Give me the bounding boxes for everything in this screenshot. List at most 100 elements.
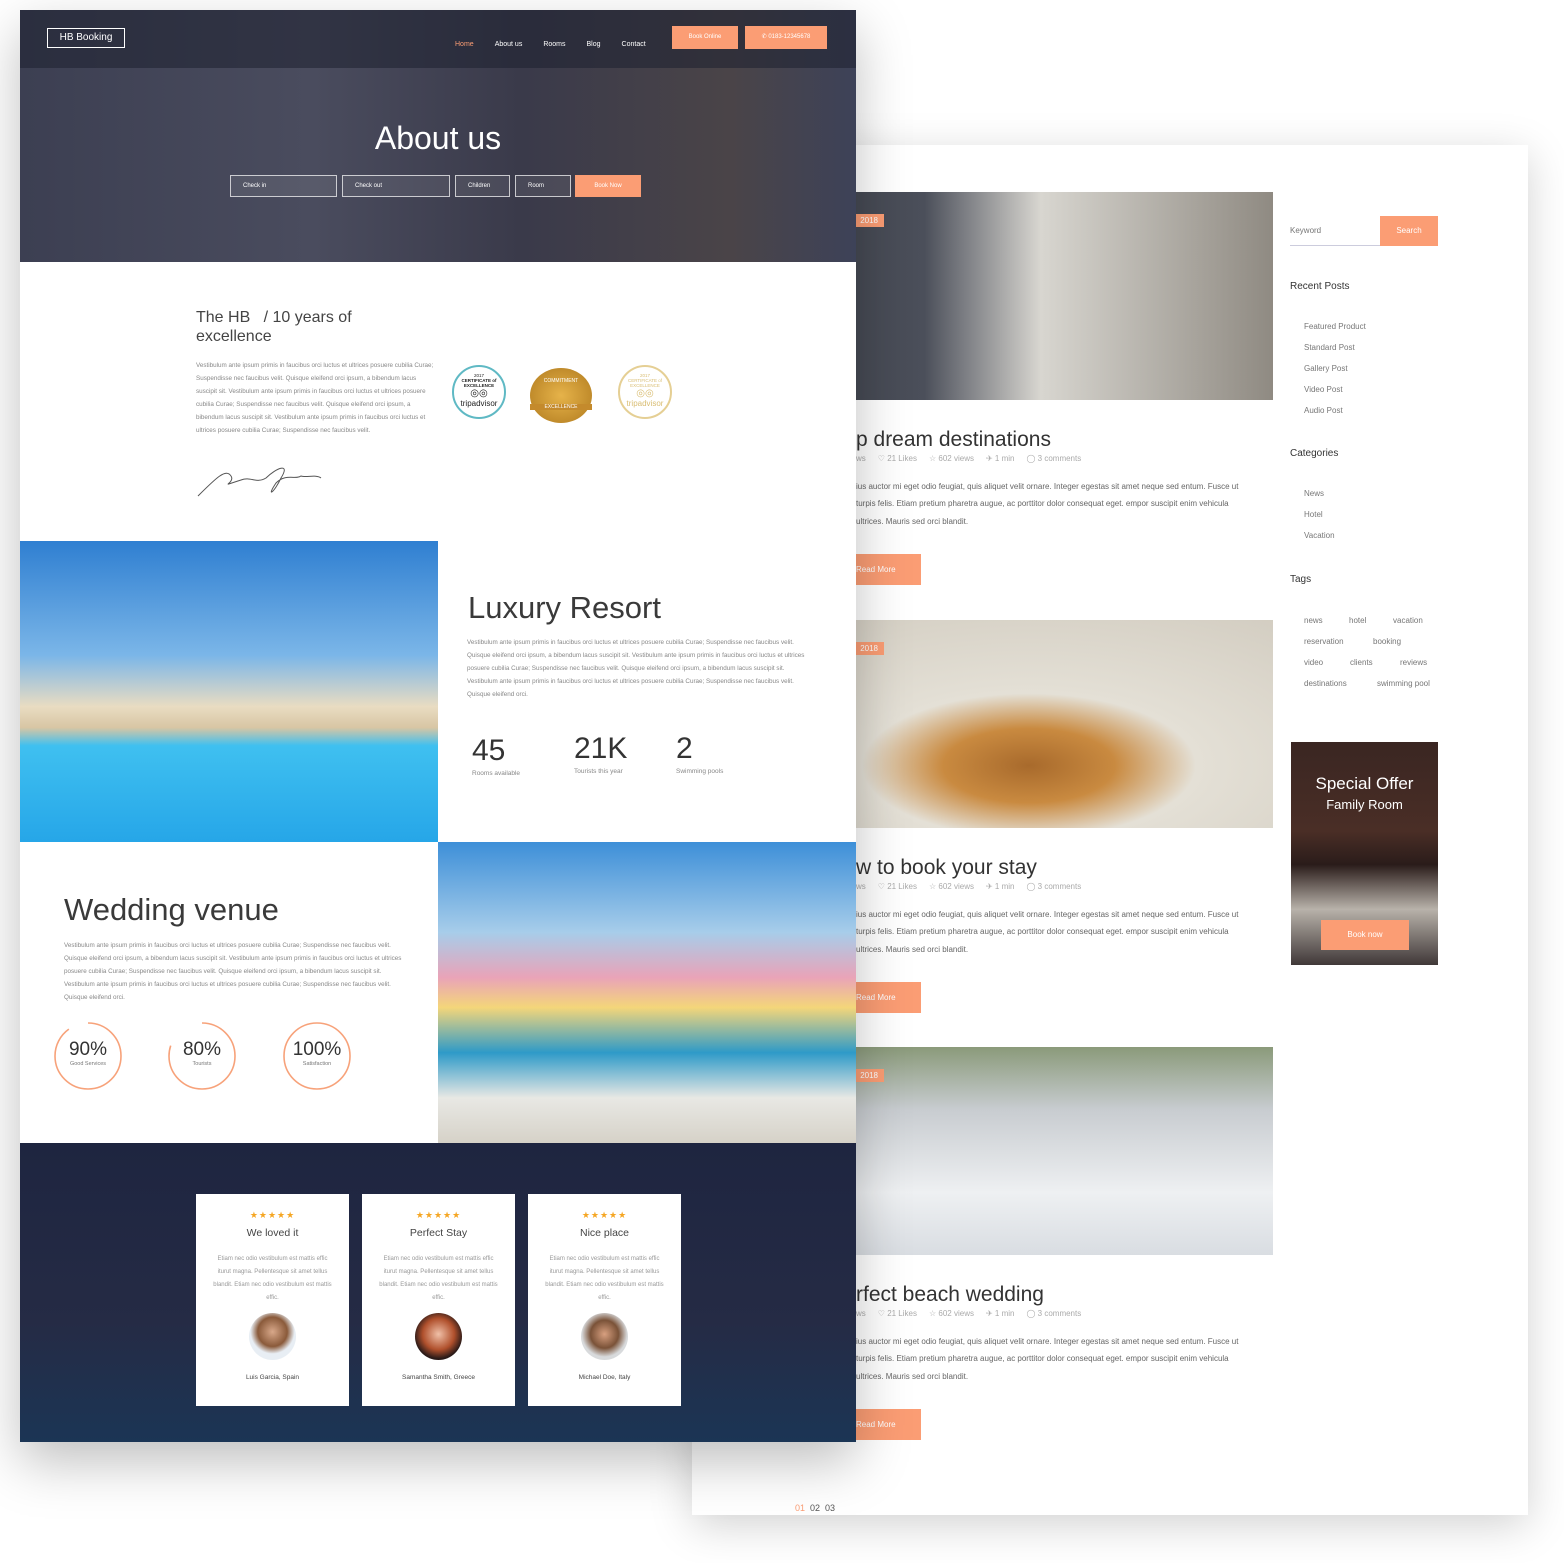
rating-stars: ★★★★★ bbox=[415, 1210, 462, 1220]
post-meta: ws ♡ 21 Likes ☆ 602 views ✈ 1 min ◯ 3 commen… bbox=[856, 1309, 1081, 1318]
tag[interactable]: destinations bbox=[1304, 679, 1347, 688]
special-offer-banner[interactable]: Special Offer Family Room Book now bbox=[1291, 742, 1438, 965]
likes[interactable]: ♡ 21 Likes bbox=[878, 1309, 917, 1318]
stat-label: Swimming pools bbox=[676, 768, 724, 775]
wedding-title: Wedding venue bbox=[64, 892, 279, 927]
recent-post-link[interactable]: Standard Post bbox=[1304, 343, 1355, 352]
check-in-field[interactable]: Check in bbox=[230, 175, 337, 197]
wedding-text: Vestibulum ante ipsum primis in faucibus… bbox=[64, 942, 402, 1001]
stat-value: 2 bbox=[676, 732, 693, 765]
likes[interactable]: ♡ 21 Likes bbox=[878, 882, 917, 891]
recent-post-link[interactable]: Featured Product bbox=[1304, 322, 1366, 331]
read-time: ✈ 1 min bbox=[985, 882, 1015, 891]
recent-post-link[interactable]: Audio Post bbox=[1304, 406, 1343, 415]
logo[interactable]: HB Booking bbox=[47, 28, 125, 48]
category[interactable]: ws bbox=[856, 454, 866, 463]
post-meta: ws ♡ 21 Likes ☆ 602 views ✈ 1 min ◯ 3 commen… bbox=[856, 454, 1081, 463]
children-field[interactable]: Children bbox=[455, 175, 510, 197]
post-title[interactable]: p dream destinations bbox=[856, 428, 1051, 452]
ring-label: Tourists bbox=[192, 1061, 212, 1067]
rating-stars: ★★★★★ bbox=[249, 1210, 296, 1220]
resort-pool-image bbox=[20, 541, 438, 842]
read-time-value: 1 min bbox=[994, 882, 1015, 891]
page-2[interactable]: 02 bbox=[810, 1503, 820, 1513]
nav-blog[interactable]: Blog bbox=[587, 41, 601, 48]
stat-value: 21K bbox=[574, 732, 628, 765]
badge-brand: tripadvisor bbox=[626, 399, 664, 408]
nav-rooms[interactable]: Rooms bbox=[543, 41, 565, 48]
testimonial-title: We loved it bbox=[246, 1227, 299, 1239]
keyword-input[interactable] bbox=[1290, 216, 1380, 246]
signature bbox=[197, 467, 322, 497]
search-button[interactable]: Search bbox=[1380, 216, 1438, 246]
wedding-table-image bbox=[438, 842, 856, 1143]
check-out-field[interactable]: Check out bbox=[342, 175, 450, 197]
owl-icon: ◎◎ bbox=[636, 388, 654, 399]
tag[interactable]: reviews bbox=[1400, 658, 1427, 667]
comments[interactable]: ◯ 3 comments bbox=[1026, 882, 1081, 891]
nav-home[interactable]: Home bbox=[455, 41, 474, 48]
badge-label: CERTIFICATE of EXCELLENCE bbox=[627, 378, 663, 388]
tag[interactable]: reservation bbox=[1304, 637, 1344, 646]
testimonial-title: Perfect Stay bbox=[409, 1227, 468, 1239]
page-3[interactable]: 03 bbox=[825, 1503, 835, 1513]
tag[interactable]: booking bbox=[1373, 637, 1401, 646]
views: ☆ 602 views bbox=[928, 1309, 974, 1318]
phone-button[interactable]: ✆ 0183-12345678 bbox=[745, 26, 827, 49]
book-now-button[interactable]: Book now bbox=[1321, 920, 1409, 950]
luxury-title: Luxury Resort bbox=[468, 590, 661, 625]
category-link[interactable]: Vacation bbox=[1304, 531, 1335, 540]
tag[interactable]: video bbox=[1304, 658, 1323, 667]
category[interactable]: ws bbox=[856, 882, 866, 891]
navbar: HB Booking Home About us Rooms Blog Contact … bbox=[20, 10, 856, 68]
book-now-button[interactable]: Book Now bbox=[575, 175, 641, 197]
commitment-badge: COMMITMENT EXCELLENCE bbox=[530, 368, 592, 423]
post-title[interactable]: w to book your stay bbox=[856, 856, 1037, 880]
nav-about[interactable]: About us bbox=[495, 41, 523, 48]
room-field[interactable]: Room bbox=[515, 175, 571, 197]
badge-top: COMMITMENT bbox=[543, 378, 579, 384]
views-count: 602 views bbox=[938, 882, 974, 891]
tag[interactable]: clients bbox=[1350, 658, 1373, 667]
testimonial-title: Nice place bbox=[579, 1227, 630, 1239]
post-excerpt: ius auctor mi eget odio feugiat, quis al… bbox=[856, 482, 1239, 526]
comments-count: 3 comments bbox=[1037, 882, 1082, 891]
recent-post-link[interactable]: Gallery Post bbox=[1304, 364, 1348, 373]
page-1[interactable]: 01 bbox=[795, 1503, 805, 1513]
category[interactable]: ws bbox=[856, 1309, 866, 1318]
stat-rooms: 45 Rooms available bbox=[472, 734, 520, 777]
read-time-value: 1 min bbox=[994, 1309, 1015, 1318]
comments[interactable]: ◯ 3 comments bbox=[1026, 454, 1081, 463]
book-online-button[interactable]: Book Online bbox=[672, 26, 738, 49]
post-excerpt: ius auctor mi eget odio feugiat, quis al… bbox=[856, 1337, 1239, 1381]
nav-contact[interactable]: Contact bbox=[622, 41, 646, 48]
tags-heading: Tags bbox=[1290, 574, 1312, 585]
tag[interactable]: hotel bbox=[1349, 616, 1366, 625]
ring-value: 100% bbox=[292, 1039, 342, 1060]
tripadvisor-badge-gold: 2017 CERTIFICATE of EXCELLENCE ◎◎ tripadvis… bbox=[618, 365, 672, 419]
comments[interactable]: ◯ 3 comments bbox=[1026, 1309, 1081, 1318]
stat-tourists: 21K Tourists this year bbox=[574, 732, 627, 775]
about-title-b: / 10 years of bbox=[263, 309, 352, 326]
avatar bbox=[415, 1313, 462, 1360]
tag[interactable]: swimming pool bbox=[1377, 679, 1430, 688]
views: ☆ 602 views bbox=[928, 454, 974, 463]
likes-count: 21 Likes bbox=[887, 882, 917, 891]
category-link[interactable]: Hotel bbox=[1304, 510, 1323, 519]
views: ☆ 602 views bbox=[928, 882, 974, 891]
progress-ring: 90% Good Services bbox=[53, 1021, 123, 1091]
offer-subtitle: Family Room bbox=[1326, 797, 1403, 812]
badge-ribbon: EXCELLENCE bbox=[530, 404, 592, 410]
category-link[interactable]: News bbox=[1304, 489, 1324, 498]
stat-label: Tourists this year bbox=[574, 768, 623, 775]
testimonial-card: ★★★★★ We loved it Etiam nec odio vestibulu… bbox=[196, 1194, 349, 1406]
tripadvisor-badge: 2017 CERTIFICATE of EXCELLENCE ◎◎ tripadvis… bbox=[452, 365, 506, 419]
stat-value: 45 bbox=[472, 734, 506, 767]
tag[interactable]: news bbox=[1304, 616, 1323, 625]
likes[interactable]: ♡ 21 Likes bbox=[878, 454, 917, 463]
recent-post-link[interactable]: Video Post bbox=[1304, 385, 1343, 394]
post-title[interactable]: rfect beach wedding bbox=[856, 1283, 1044, 1307]
reviewer-name: Luis Garcia, Spain bbox=[245, 1374, 300, 1381]
reviewer-name: Michael Doe, Italy bbox=[578, 1374, 631, 1381]
tag[interactable]: vacation bbox=[1393, 616, 1423, 625]
